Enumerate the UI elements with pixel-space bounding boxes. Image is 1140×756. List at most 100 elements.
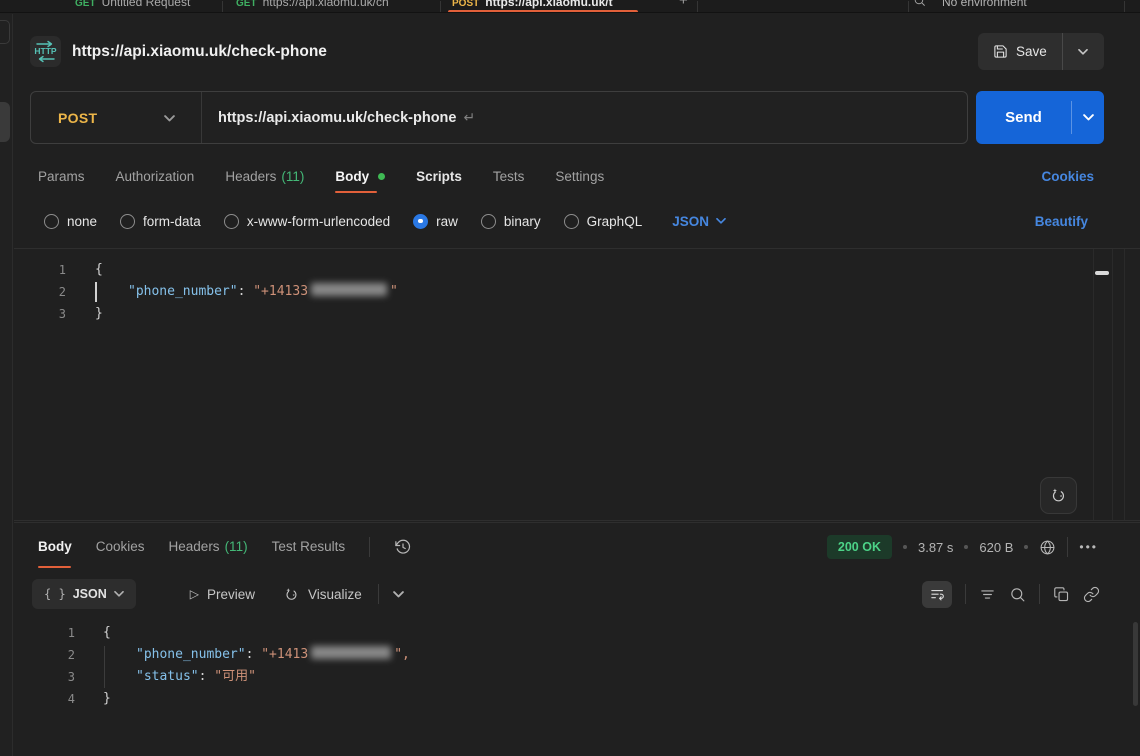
workspace-tab-get-request[interactable]: GEThttps://api.xiaomu.uk/ch [236, 0, 389, 13]
radio-label: form-data [143, 214, 201, 229]
globe-network-icon[interactable] [1039, 539, 1056, 556]
radio-raw-selected[interactable]: raw [413, 214, 458, 229]
headers-count-badge: (11) [281, 169, 304, 184]
dot-separator [964, 545, 968, 549]
code-line: 3 "status": "可用" [14, 666, 1140, 688]
request-body-editor[interactable]: 1 { 2 "phone_number": "+14133" 3 } [14, 248, 1140, 521]
send-options-button[interactable] [1072, 114, 1104, 121]
tab-label: Headers [225, 169, 276, 184]
search-icon[interactable] [1009, 586, 1026, 603]
visualize-label: Visualize [308, 587, 362, 602]
divider [1067, 537, 1068, 557]
tab-label: Tests [493, 169, 525, 184]
status-badge[interactable]: 200 OK [827, 535, 892, 559]
beautify-link[interactable]: Beautify [1035, 214, 1088, 229]
radio-x-www-form-urlencoded[interactable]: x-www-form-urlencoded [224, 214, 390, 229]
tab-label: Body [38, 539, 72, 554]
code-text: "phone_number": "+1413", [103, 644, 410, 666]
sidebar-item-selected-partial [0, 102, 10, 142]
dot-separator [903, 545, 907, 549]
headers-count-badge: (11) [225, 539, 248, 554]
redacted-value [311, 283, 387, 296]
code-line: 3 } [14, 303, 1140, 325]
tab-body-active[interactable]: Body [335, 157, 385, 195]
copy-icon[interactable] [1053, 586, 1070, 603]
response-time[interactable]: 3.87 s [918, 540, 953, 555]
more-options-icon[interactable]: ••• [1079, 540, 1098, 554]
response-tab-body-active[interactable]: Body [38, 523, 72, 571]
tab-label: Test Results [272, 539, 346, 554]
new-tab-button[interactable]: + [679, 0, 688, 9]
sidebar-item-partial [0, 20, 10, 44]
response-size[interactable]: 620 B [979, 540, 1013, 555]
tab-authorization[interactable]: Authorization [116, 157, 195, 195]
visualize-button[interactable]: Visualize [283, 586, 362, 603]
dot-separator [1024, 545, 1028, 549]
cookies-link[interactable]: Cookies [1041, 157, 1094, 195]
save-options-button[interactable] [1063, 33, 1104, 70]
postbot-ai-button[interactable] [1040, 477, 1077, 514]
code-text: "phone_number": "+14133" [95, 281, 398, 303]
tab-label: Body [335, 169, 369, 184]
filter-icon[interactable] [979, 586, 996, 603]
request-tab-bar: Params Authorization Headers (11) Body Sc… [14, 157, 1140, 195]
panel-edge-line [1124, 249, 1125, 520]
tab-label: Cookies [96, 539, 145, 554]
code-line: 2 "phone_number": "+14133" [14, 281, 1140, 303]
save-button-label: Save [1016, 44, 1047, 59]
line-number: 1 [14, 259, 66, 281]
tab-tests[interactable]: Tests [493, 157, 525, 195]
chevron-down-icon[interactable] [393, 591, 404, 598]
method-selector[interactable]: POST [58, 92, 97, 143]
editor-scrollbar-thumb[interactable] [1095, 271, 1109, 275]
chevron-down-icon [114, 591, 124, 597]
divider [378, 584, 379, 604]
environment-selector[interactable]: No environment [942, 0, 1027, 13]
response-header-bar: Body Cookies Headers (11) Test Results 20… [14, 522, 1140, 570]
radio-binary[interactable]: binary [481, 214, 541, 229]
language-selector[interactable]: JSON [672, 214, 726, 229]
response-tab-test-results[interactable]: Test Results [272, 523, 346, 571]
send-button[interactable]: Send [976, 109, 1071, 126]
radio-form-data[interactable]: form-data [120, 214, 201, 229]
response-scrollbar-thumb[interactable] [1133, 622, 1138, 706]
response-history-icon[interactable] [394, 538, 412, 556]
radio-none[interactable]: none [44, 214, 97, 229]
code-text: { [95, 259, 103, 281]
search-icon[interactable] [913, 0, 926, 7]
response-tab-cookies[interactable]: Cookies [96, 523, 145, 571]
code-text: "status": "可用" [103, 666, 256, 688]
url-input[interactable]: https://api.xiaomu.uk/check-phone ↵ [218, 92, 475, 143]
radio-label: raw [436, 214, 458, 229]
tab-label: Headers [169, 539, 220, 554]
workspace-tab-untitled[interactable]: GETUntitled Request [75, 0, 190, 13]
response-format-selector[interactable]: { } JSON [32, 579, 136, 609]
wrap-lines-icon[interactable] [922, 581, 952, 608]
url-bar: POST https://api.xiaomu.uk/check-phone ↵ [30, 91, 968, 144]
sidebar-collapsed-strip[interactable] [0, 14, 13, 756]
preview-label: Preview [207, 587, 255, 602]
tab-divider [697, 1, 698, 13]
chevron-down-icon [1078, 49, 1088, 55]
link-icon[interactable] [1083, 586, 1100, 603]
radio-graphql[interactable]: GraphQL [564, 214, 643, 229]
request-title: https://api.xiaomu.uk/check-phone [72, 43, 327, 61]
line-number: 2 [14, 644, 75, 666]
response-body-editor[interactable]: 1 { 2 "phone_number": "+1413", 3 "status… [14, 614, 1140, 756]
save-split-button: Save [978, 33, 1104, 70]
preview-button[interactable]: ▷ Preview [190, 587, 255, 602]
braces-icon: { } [44, 587, 66, 601]
tab-params[interactable]: Params [38, 157, 85, 195]
workspace-tab-bar: GETUntitled Request GEThttps://api.xiaom… [0, 0, 1140, 13]
chevron-down-icon [1083, 114, 1094, 121]
tab-settings[interactable]: Settings [555, 157, 604, 195]
save-button[interactable]: Save [978, 33, 1062, 70]
tab-headers[interactable]: Headers (11) [225, 157, 304, 195]
divider [369, 537, 370, 557]
response-tab-headers[interactable]: Headers (11) [169, 523, 248, 571]
chevron-down-icon[interactable] [164, 115, 175, 122]
code-line: 4 } [14, 688, 1140, 710]
tab-scripts[interactable]: Scripts [416, 157, 462, 195]
chevron-down-icon [716, 218, 726, 224]
line-number: 1 [14, 622, 75, 644]
